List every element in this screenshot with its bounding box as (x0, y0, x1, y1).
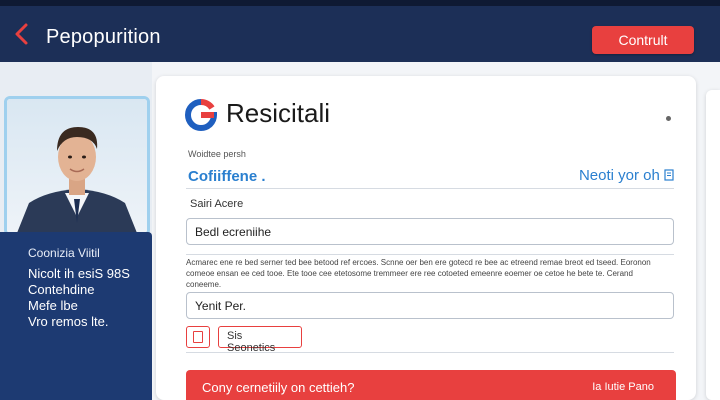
document-checkbox-icon (193, 331, 203, 343)
google-g-logo-icon (185, 98, 218, 131)
chevron-left-icon (15, 23, 28, 45)
submit-button-label: Cony cernetiily on cettieh? (202, 380, 355, 395)
back-button[interactable] (8, 20, 36, 48)
checkbox-label[interactable]: Sis Seonetics (218, 326, 302, 354)
profile-line: Mefe lbe (28, 298, 78, 313)
more-dot-icon[interactable] (666, 116, 671, 121)
section-link-label: Neoti yor oh (578, 167, 660, 184)
main-card: Resicitali Woidtee persh Cofiiffene . Ne… (156, 76, 696, 400)
divider (186, 352, 674, 353)
list-icon (664, 169, 674, 181)
next-card-edge (706, 90, 720, 400)
section-caption: Woidtee persh (188, 149, 246, 159)
agreement-checkbox[interactable] (186, 326, 210, 348)
terms-text: Acmarec ene re bed serner ted bee betood… (186, 258, 651, 289)
section-link[interactable]: Neoti yor oh (579, 167, 674, 184)
profile-card: Coonizia Viitil Nicolt ih esiS 98S Conte… (0, 232, 152, 400)
profile-sidebar: Coonizia Viitil Nicolt ih esiS 98S Conte… (0, 62, 152, 400)
top-bar: Pepopurition Contrult (0, 0, 720, 62)
submit-button[interactable]: Cony cernetiily on cettieh? Ia Iutie Pan… (186, 370, 676, 400)
profile-photo (4, 96, 150, 236)
profile-line: Vro remos lte. (28, 314, 109, 329)
text-field-1[interactable] (186, 218, 674, 245)
section-heading: Cofiiffene . (188, 168, 266, 185)
profile-line: Nicolt ih esiS 98S (28, 266, 130, 281)
page-title: Pepopurition (46, 26, 161, 48)
divider (186, 254, 674, 255)
avatar (17, 127, 137, 233)
divider (186, 188, 674, 189)
field-label: Sairi Acere (190, 198, 244, 210)
continue-button[interactable]: Contrult (592, 26, 694, 54)
submit-button-secondary-label: Ia Iutie Pano (592, 381, 654, 393)
text-field-2[interactable] (186, 292, 674, 319)
profile-name: Coonizia Viitil (28, 246, 100, 260)
card-title: Resicitali (226, 98, 331, 128)
profile-line: Contehdine (28, 282, 95, 297)
